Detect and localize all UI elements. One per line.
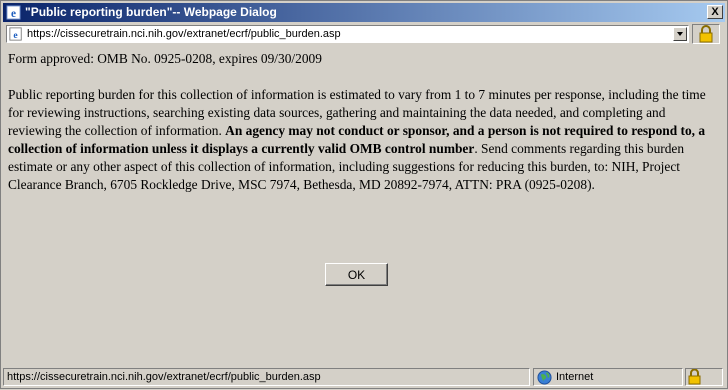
ie-icon: e bbox=[6, 5, 21, 20]
ie-page-icon: e bbox=[9, 27, 22, 41]
close-button[interactable]: X bbox=[707, 5, 723, 19]
address-url: https://cissecuretrain.nci.nih.gov/extra… bbox=[27, 28, 341, 40]
svg-text:e: e bbox=[13, 30, 18, 41]
security-zone[interactable]: Internet bbox=[533, 368, 683, 386]
lock-icon bbox=[688, 368, 701, 385]
title-bar[interactable]: e "Public reporting burden"-- Webpage Di… bbox=[3, 3, 725, 22]
lock-icon bbox=[699, 25, 713, 43]
chevron-down-icon[interactable] bbox=[673, 27, 687, 41]
close-icon: X bbox=[711, 6, 719, 18]
form-approved-text: Form approved: OMB No. 0925-0208, expire… bbox=[8, 51, 322, 66]
ok-button[interactable]: OK bbox=[325, 263, 388, 286]
svg-text:e: e bbox=[11, 8, 16, 20]
security-lock[interactable] bbox=[692, 24, 720, 44]
status-bar: https://cissecuretrain.nci.nih.gov/extra… bbox=[3, 367, 725, 387]
dialog-content: Form approved: OMB No. 0925-0208, expire… bbox=[8, 50, 720, 194]
address-bar: e https://cissecuretrain.nci.nih.gov/ext… bbox=[3, 23, 725, 45]
burden-paragraph: Public reporting burden for this collect… bbox=[8, 86, 720, 194]
address-field[interactable]: e https://cissecuretrain.nci.nih.gov/ext… bbox=[6, 25, 689, 43]
dialog-title: "Public reporting burden"-- Webpage Dial… bbox=[25, 5, 277, 19]
webpage-dialog: e "Public reporting burden"-- Webpage Di… bbox=[0, 0, 728, 389]
status-url: https://cissecuretrain.nci.nih.gov/extra… bbox=[3, 368, 530, 386]
zone-label: Internet bbox=[556, 371, 594, 383]
status-lock[interactable] bbox=[685, 368, 723, 386]
globe-icon bbox=[537, 370, 552, 385]
